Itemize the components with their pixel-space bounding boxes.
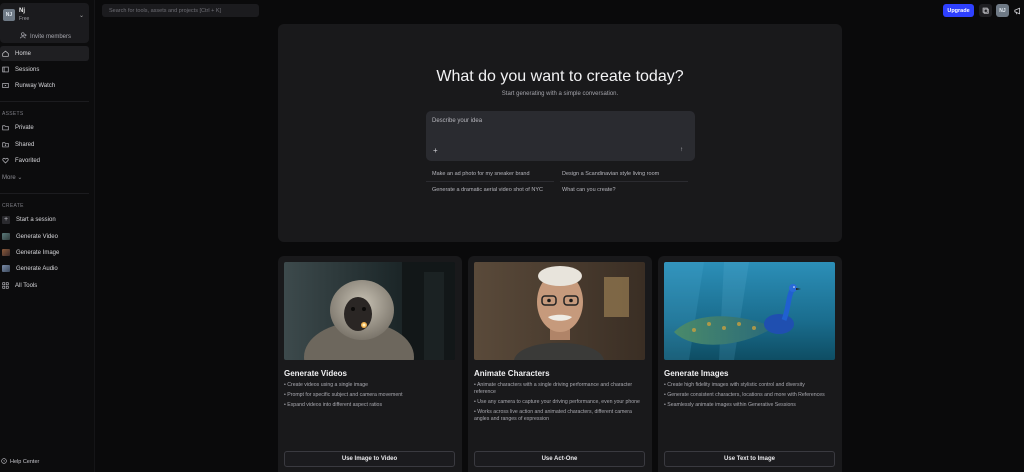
workspace-plan: Free (19, 16, 30, 22)
inbox-icon[interactable] (979, 4, 992, 17)
grid-icon (2, 282, 9, 289)
sidebar-item-label: Shared (15, 141, 35, 148)
sidebar: NJ Nj Free ⌄ Invite members Home Session… (0, 0, 95, 472)
create-section-label: CREATE (2, 203, 24, 209)
megaphone-icon[interactable] (1011, 4, 1024, 17)
card-title: Animate Characters (474, 369, 550, 378)
sidebar-divider (0, 193, 89, 194)
peacock-underwater-image (664, 262, 835, 360)
hero-subtitle: Start generating with a simple conversat… (501, 91, 619, 97)
old-man-character-image (474, 262, 645, 360)
suggestion-item[interactable]: Generate a dramatic aerial video shot of… (432, 187, 543, 193)
card-bullet: • Use any camera to capture your driving… (474, 399, 640, 405)
shared-folder-icon (2, 141, 9, 148)
sidebar-item-label: Private (15, 124, 34, 131)
add-user-icon (20, 32, 27, 41)
sidebar-item-generate-video[interactable]: Generate Video (0, 229, 89, 244)
prompt-placeholder: Describe your idea (432, 118, 483, 124)
send-arrow-icon[interactable]: ↑ (680, 147, 683, 153)
hero-title: What do you want to create today? (436, 68, 684, 85)
suggestion-item[interactable]: Design a Scandinavian style living room (562, 171, 659, 177)
heart-icon (2, 157, 9, 164)
help-center-link[interactable]: ? Help Center (1, 458, 39, 466)
card-bullet: • Animate characters with a single drivi… (474, 382, 633, 395)
sidebar-item-label: Start a session (16, 216, 56, 223)
sidebar-item-label: Generate Audio (16, 265, 58, 272)
sidebar-item-label: Runway Watch (15, 82, 56, 89)
card-bullet: • Create high fidelity images with styli… (664, 382, 805, 388)
plus-icon: + (2, 215, 10, 224)
image-thumbnail-icon (2, 249, 10, 256)
feature-card-animate-characters: Animate Characters • Animate characters … (468, 256, 652, 472)
sidebar-item-label: Generate Image (16, 249, 60, 256)
audio-thumbnail-icon (2, 265, 10, 272)
sidebar-item-shared[interactable]: Shared (0, 137, 89, 152)
feature-card-generate-images: Generate Images • Create high fidelity i… (658, 256, 842, 472)
assets-section-label: ASSETS (2, 111, 24, 117)
search-input[interactable] (102, 4, 259, 17)
card-bullet: • Prompt for specific subject and camera… (284, 392, 403, 398)
use-text-to-image-button[interactable]: Use Text to Image (664, 451, 835, 467)
more-label: More (2, 175, 16, 181)
feature-card-generate-videos: Generate Videos • Create videos using a … (278, 256, 462, 472)
video-thumbnail-icon (2, 233, 10, 240)
card-bullet: • Generate consistent characters, locati… (664, 392, 825, 398)
sidebar-item-label: All Tools (15, 282, 38, 289)
invite-members-button[interactable]: Invite members (20, 32, 71, 41)
card-bullets: • Create high fidelity images with styli… (664, 382, 836, 412)
chevron-down-icon: ⌄ (79, 13, 85, 19)
sidebar-item-all-tools[interactable]: All Tools (0, 278, 89, 293)
card-title: Generate Images (664, 369, 729, 378)
use-act-one-button[interactable]: Use Act-One (474, 451, 645, 467)
sidebar-item-label: Favorited (15, 157, 41, 164)
card-bullets: • Create videos using a single image • P… (284, 382, 456, 412)
user-avatar[interactable]: NJ (996, 4, 1009, 17)
sidebar-item-generate-image[interactable]: Generate Image (0, 245, 89, 260)
card-bullet: • Create videos using a single image (284, 382, 368, 388)
add-attachment-icon[interactable]: + (433, 146, 438, 155)
chevron-down-icon: ⌄ (17, 175, 23, 181)
more-toggle[interactable]: More ⌄ (2, 174, 22, 181)
sidebar-item-generate-audio[interactable]: Generate Audio (0, 261, 89, 276)
sidebar-item-favorited[interactable]: Favorited (0, 153, 89, 168)
upgrade-button[interactable]: Upgrade (943, 4, 974, 17)
sidebar-item-home[interactable]: Home (0, 46, 89, 61)
help-center-label: Help Center (10, 459, 40, 465)
suggestion-item[interactable]: What can you create? (562, 187, 616, 193)
prompt-input[interactable]: Describe your idea + ↑ (426, 111, 695, 161)
sidebar-divider (0, 101, 89, 102)
svg-text:?: ? (3, 460, 5, 464)
sidebar-item-start-session[interactable]: + Start a session (0, 212, 89, 227)
use-image-to-video-button[interactable]: Use Image to Video (284, 451, 455, 467)
card-bullet: • Seamlessly animate images within Gener… (664, 402, 796, 408)
card-bullet: • Expand videos into different aspect ra… (284, 402, 383, 408)
sessions-icon (2, 66, 9, 73)
tv-icon (2, 82, 9, 89)
workspace-name: Nj (19, 8, 25, 14)
help-icon: ? (1, 458, 7, 466)
folder-icon (2, 124, 9, 131)
sidebar-item-private[interactable]: Private (0, 120, 89, 135)
hero-panel: What do you want to create today? Start … (278, 24, 842, 242)
invite-members-label: Invite members (30, 33, 72, 40)
sidebar-item-label: Home (15, 50, 32, 57)
card-bullets: • Animate characters with a single drivi… (474, 382, 646, 426)
sidebar-item-label: Generate Video (16, 233, 58, 240)
suggestion-divider (426, 181, 554, 182)
card-bullet: • Works across live action and animated … (474, 409, 632, 422)
suggestion-divider (560, 181, 688, 182)
monkey-image (284, 262, 455, 360)
card-title: Generate Videos (284, 369, 347, 378)
sidebar-item-label: Sessions (15, 66, 40, 73)
suggestion-item[interactable]: Make an ad photo for my sneaker brand (432, 171, 530, 177)
sidebar-item-sessions[interactable]: Sessions (0, 62, 89, 77)
workspace-avatar: NJ (3, 9, 15, 21)
sidebar-item-runway-watch[interactable]: Runway Watch (0, 78, 89, 93)
home-icon (2, 50, 9, 57)
workspace-switcher[interactable]: NJ Nj Free ⌄ Invite members (0, 3, 89, 43)
